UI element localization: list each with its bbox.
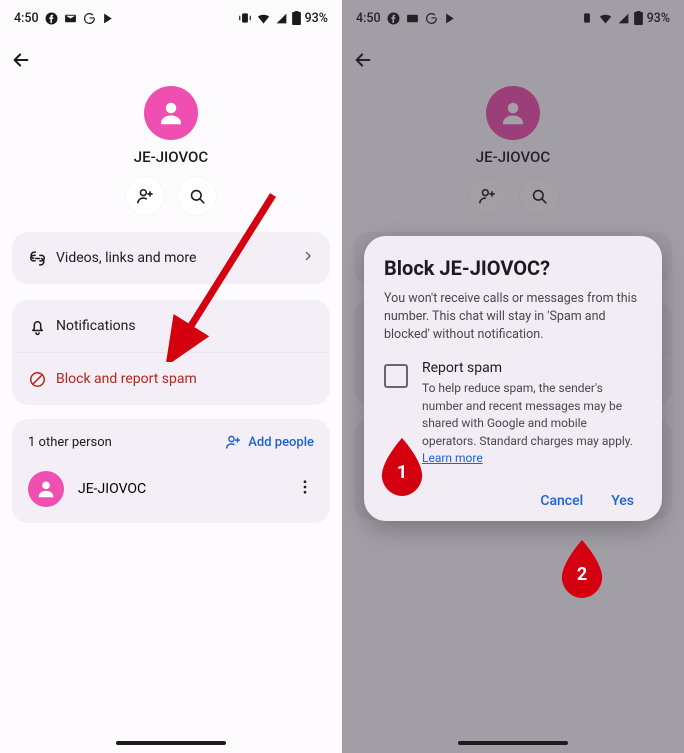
- wifi-icon: [256, 11, 271, 26]
- person-name: JE-JIOVOC: [78, 481, 146, 497]
- google-icon: [83, 12, 96, 25]
- block-report-label: Block and report spam: [56, 371, 314, 387]
- nav-handle[interactable]: [458, 741, 568, 745]
- report-spam-checkbox[interactable]: [384, 364, 408, 388]
- people-count-label: 1 other person: [28, 435, 112, 450]
- avatar: [144, 86, 198, 140]
- add-person-button[interactable]: [125, 176, 165, 216]
- learn-more-link[interactable]: Learn more: [422, 451, 483, 465]
- battery-icon: [292, 11, 301, 25]
- callout-number: 1: [380, 462, 424, 483]
- phone-screen-left: 4:50 93% JE-JIOVOC Videos, links a: [0, 0, 342, 753]
- add-people-label: Add people: [248, 435, 314, 450]
- dialog-body: You won't receive calls or messages from…: [384, 290, 642, 344]
- people-card: 1 other person Add people JE-JIOVOC: [12, 419, 330, 523]
- bell-icon: [28, 317, 56, 336]
- search-button[interactable]: [177, 176, 217, 216]
- block-icon: [28, 370, 56, 389]
- more-icon[interactable]: [296, 478, 314, 500]
- play-store-icon: [102, 12, 115, 25]
- contact-name: JE-JIOVOC: [134, 148, 208, 166]
- person-row[interactable]: JE-JIOVOC: [12, 461, 330, 517]
- top-nav: [0, 36, 342, 84]
- battery-text: 93%: [305, 11, 328, 26]
- dialog-title: Block JE-JIOVOC?: [384, 256, 642, 280]
- person-avatar: [28, 471, 64, 507]
- report-spam-body: To help reduce spam, the sender's number…: [422, 380, 642, 467]
- cancel-button[interactable]: Cancel: [540, 493, 583, 509]
- chevron-right-icon: [302, 250, 314, 266]
- annotation-callout-2: 2: [560, 540, 604, 596]
- clock-text: 4:50: [14, 11, 39, 26]
- details-card: Videos, links and more: [12, 232, 330, 284]
- videos-links-label: Videos, links and more: [56, 250, 302, 266]
- nav-handle[interactable]: [116, 741, 226, 745]
- yes-button[interactable]: Yes: [611, 493, 634, 509]
- contact-header: JE-JIOVOC: [0, 86, 342, 216]
- signal-icon: [275, 12, 288, 25]
- videos-links-row[interactable]: Videos, links and more: [12, 232, 330, 284]
- vibrate-icon: [238, 11, 252, 25]
- block-report-row[interactable]: Block and report spam: [12, 353, 330, 405]
- status-bar: 4:50 93%: [0, 0, 342, 30]
- report-spam-title: Report spam: [422, 360, 642, 376]
- notifications-row[interactable]: Notifications: [12, 300, 330, 352]
- mail-icon: [64, 12, 77, 25]
- facebook-icon: [45, 12, 58, 25]
- annotation-callout-1: 1: [380, 438, 424, 494]
- phone-screen-right: 4:50 93% JE-JIOVOC Videos, lin: [342, 0, 684, 753]
- add-people-button[interactable]: Add people: [224, 433, 314, 451]
- link-icon: [28, 249, 56, 268]
- report-spam-body-text: To help reduce spam, the sender's number…: [422, 381, 633, 447]
- actions-card: Notifications Block and report spam: [12, 300, 330, 405]
- back-arrow-icon[interactable]: [10, 49, 32, 71]
- callout-number: 2: [560, 564, 604, 585]
- notifications-label: Notifications: [56, 318, 314, 334]
